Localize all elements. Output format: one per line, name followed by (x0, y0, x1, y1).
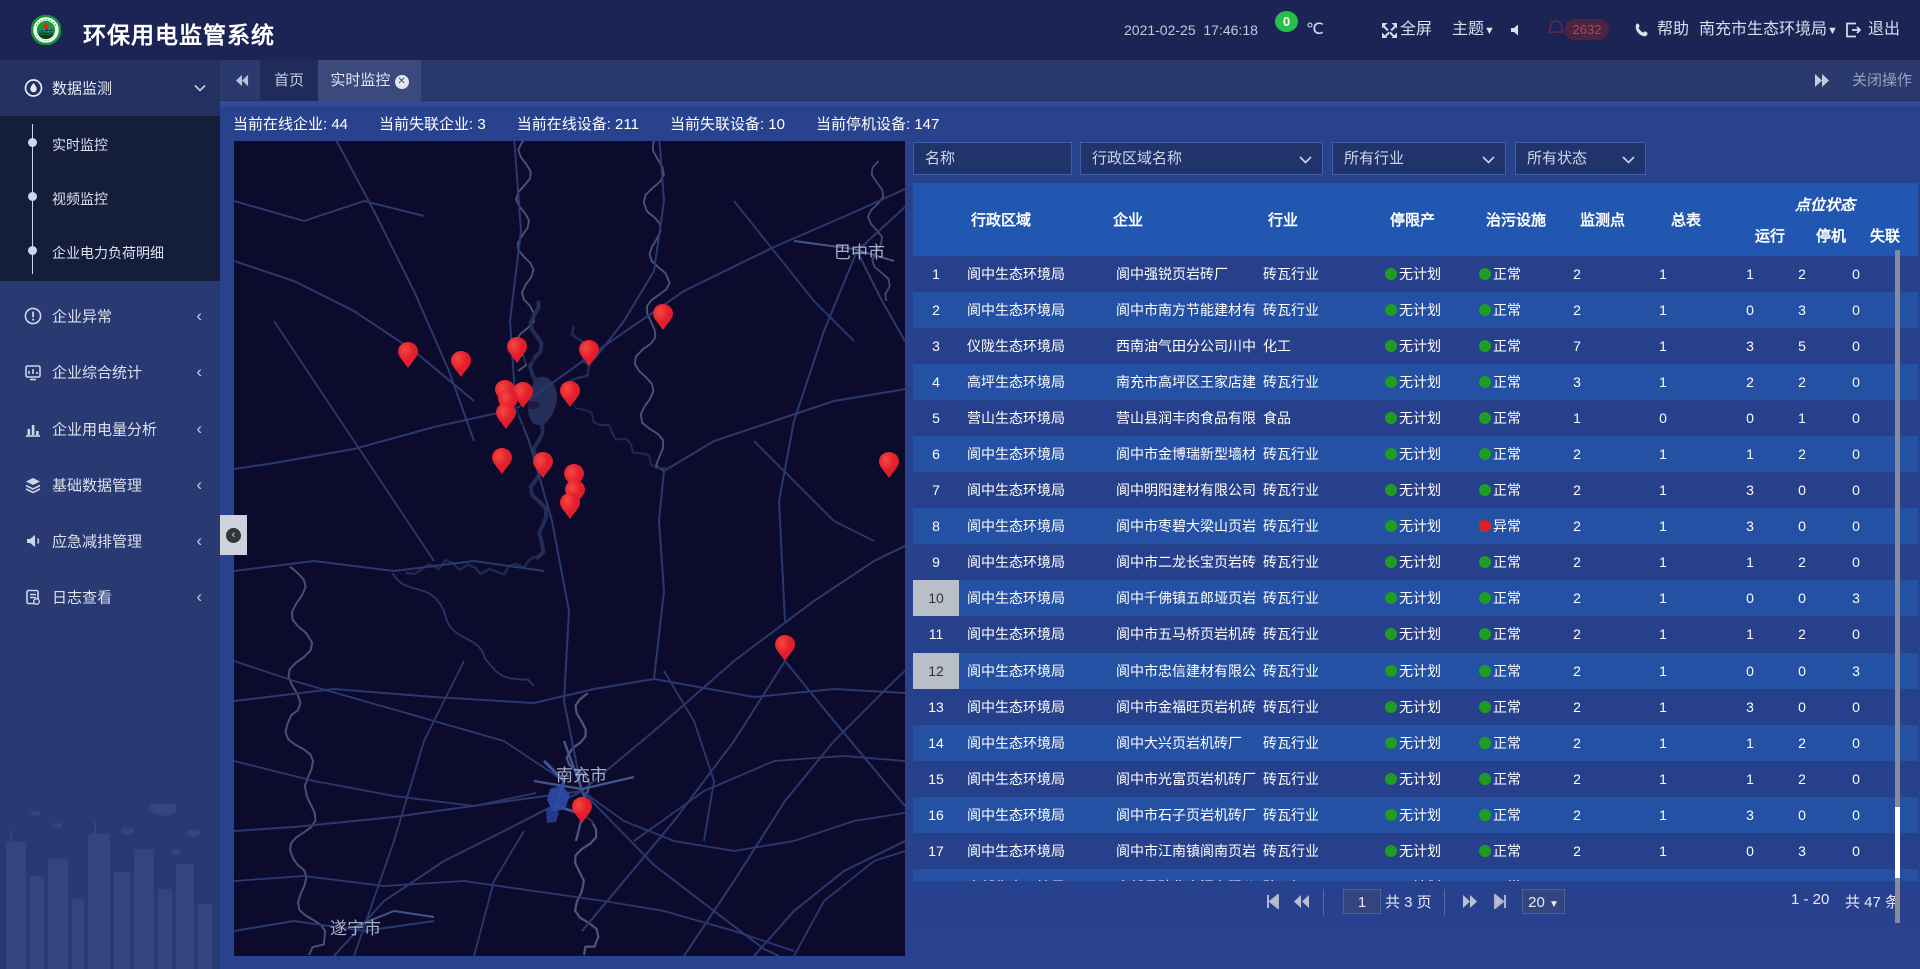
svg-text:巴中市: 巴中市 (834, 243, 885, 262)
svg-text:遂宁市: 遂宁市 (330, 919, 381, 938)
svg-text:南充市: 南充市 (556, 766, 607, 785)
